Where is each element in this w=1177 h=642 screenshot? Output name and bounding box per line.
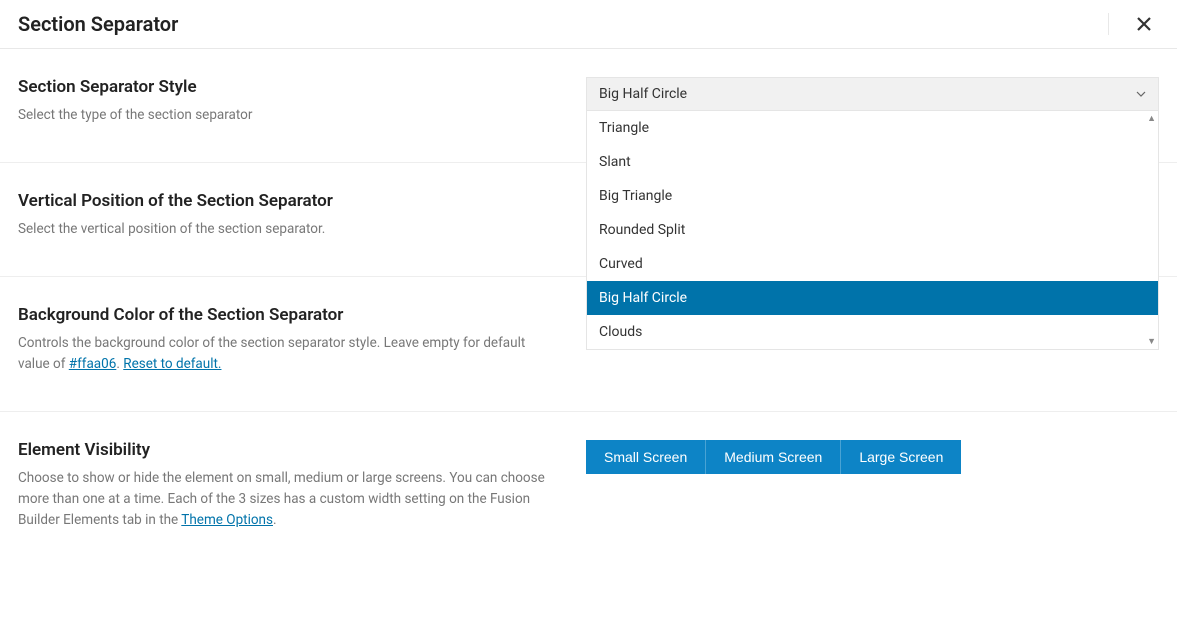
chevron-down-icon: [1136, 89, 1146, 100]
style-select-display[interactable]: Big Half Circle: [586, 77, 1159, 111]
row-visibility: Element Visibility Choose to show or hid…: [0, 412, 1177, 567]
visibility-button[interactable]: Small Screen: [586, 440, 706, 474]
style-option[interactable]: Big Triangle: [587, 179, 1158, 213]
style-option[interactable]: Triangle: [587, 111, 1158, 145]
visibility-button-group: Small ScreenMedium ScreenLarge Screen: [586, 440, 1159, 474]
bgcolor-label: Background Color of the Section Separato…: [18, 305, 546, 325]
bgcolor-desc: Controls the background color of the sec…: [18, 333, 546, 375]
style-option[interactable]: Slant: [587, 145, 1158, 179]
style-option[interactable]: Big Half Circle: [587, 281, 1158, 315]
visibility-desc: Choose to show or hide the element on sm…: [18, 468, 546, 531]
style-option[interactable]: Rounded Split: [587, 213, 1158, 247]
row-style: Section Separator Style Select the type …: [0, 49, 1177, 163]
visibility-button[interactable]: Large Screen: [841, 440, 961, 474]
style-option[interactable]: Clouds: [587, 315, 1158, 349]
close-icon[interactable]: [1108, 13, 1159, 35]
modal-header: Section Separator: [0, 0, 1177, 49]
vpos-label: Vertical Position of the Section Separat…: [18, 191, 546, 211]
style-dropdown: ▲ TriangleSlantBig TriangleRounded Split…: [586, 111, 1159, 350]
visibility-button[interactable]: Medium Screen: [706, 440, 841, 474]
theme-options-link[interactable]: Theme Options: [181, 512, 273, 528]
style-select[interactable]: Big Half Circle ▲ TriangleSlantBig Trian…: [586, 77, 1159, 111]
style-desc: Select the type of the section separator: [18, 105, 546, 126]
vpos-desc: Select the vertical position of the sect…: [18, 219, 546, 240]
style-label: Section Separator Style: [18, 77, 546, 97]
modal-title: Section Separator: [18, 12, 178, 36]
style-selected-value: Big Half Circle: [599, 86, 687, 102]
style-options-list[interactable]: TriangleSlantBig TriangleRounded SplitCu…: [587, 111, 1158, 349]
visibility-label: Element Visibility: [18, 440, 546, 460]
style-option[interactable]: Curved: [587, 247, 1158, 281]
reset-default-link[interactable]: Reset to default.: [123, 356, 221, 372]
modal-body: Section Separator Style Select the type …: [0, 49, 1177, 566]
default-color-link[interactable]: #ffaa06: [69, 356, 117, 372]
